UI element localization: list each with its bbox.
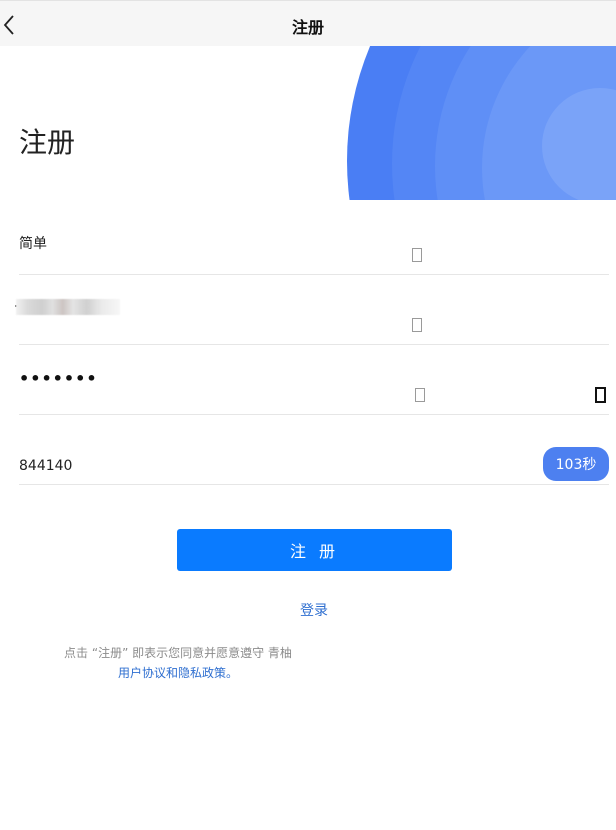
blurred-phone-number — [16, 299, 120, 315]
code-row: 103秒 — [19, 415, 609, 485]
register-button[interactable]: 注 册 — [177, 529, 452, 571]
phone-row — [15, 275, 609, 345]
decorative-circles — [347, 46, 616, 200]
login-link[interactable]: 登录 — [0, 600, 616, 620]
nav-title: 注册 — [291, 18, 324, 37]
privacy-policy-link[interactable]: 隐私政策 — [178, 666, 226, 680]
password-input[interactable]: ••••••• — [19, 369, 98, 388]
hero-banner: 注册 — [0, 46, 616, 200]
eye-icon[interactable] — [595, 387, 606, 403]
clear-icon[interactable] — [412, 248, 422, 262]
page-title: 注册 — [19, 126, 76, 159]
username-input[interactable] — [19, 231, 399, 255]
agreement-line: 点击 “注册” 即表示您同意并愿意遵守 青柚 — [64, 646, 292, 660]
agreement-text: 点击 “注册” 即表示您同意并愿意遵守 青柚 用户协议和隐私政策。 — [56, 643, 300, 683]
user-agreement-link[interactable]: 用户协议 — [118, 666, 166, 680]
countdown-button[interactable]: 103秒 — [543, 447, 609, 481]
clear-icon[interactable] — [415, 388, 425, 402]
clear-icon[interactable] — [412, 318, 422, 332]
navigation-bar: 注册 — [0, 0, 616, 46]
agreement-end: 。 — [226, 666, 239, 680]
agreement-and: 和 — [165, 666, 178, 680]
verification-code-input[interactable] — [19, 454, 399, 478]
password-row: ••••••• — [19, 345, 609, 415]
username-row — [19, 205, 609, 275]
